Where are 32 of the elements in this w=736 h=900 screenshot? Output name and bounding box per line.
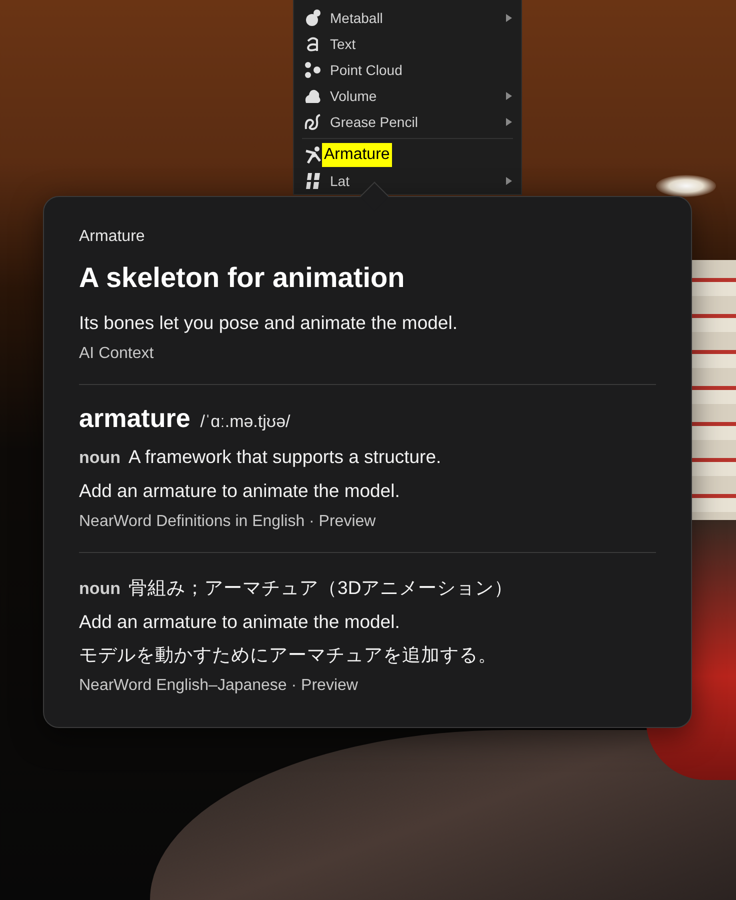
submenu-arrow-icon bbox=[505, 13, 513, 23]
menu-item[interactable]: Grease Pencil bbox=[304, 109, 513, 135]
submenu-arrow-icon bbox=[505, 117, 513, 127]
menu-item[interactable]: Lat bbox=[304, 168, 513, 194]
menu-item[interactable]: Metaball bbox=[304, 5, 513, 31]
menu-item[interactable]: Armature bbox=[304, 142, 513, 168]
figure-icon bbox=[304, 146, 322, 164]
example-sentence: Add an armature to animate the model. bbox=[79, 610, 401, 634]
source-label: AI Context bbox=[79, 344, 155, 364]
submenu-arrow-icon bbox=[505, 91, 513, 101]
part-of-speech: noun bbox=[79, 578, 121, 600]
popover-header: Armature bbox=[79, 228, 146, 246]
menu-item[interactable]: Text bbox=[304, 31, 513, 57]
menu-item[interactable]: Volume bbox=[304, 83, 513, 109]
example-sentence: Add an armature to animate the model. bbox=[79, 479, 401, 503]
blob-icon bbox=[304, 9, 322, 27]
menu-item[interactable]: Point Cloud bbox=[304, 57, 513, 83]
definition: 骨組み；アーマチュア（3Dアニメーション） bbox=[128, 576, 514, 600]
dots-icon bbox=[304, 61, 322, 79]
example-sentence: モデルを動かすためにアーマチュアを追加する。 bbox=[79, 643, 498, 667]
source-label: NearWord English–Japanese · Preview bbox=[79, 676, 359, 696]
grid-icon bbox=[304, 172, 322, 190]
part-of-speech: noun bbox=[79, 447, 121, 469]
definition: A framework that supports a structure. bbox=[128, 445, 442, 469]
squiggle-icon bbox=[304, 113, 322, 131]
source-label: NearWord Definitions in English · Preview bbox=[79, 512, 377, 532]
cloud-icon bbox=[304, 87, 322, 105]
summary-text: Its bones let you pose and animate the model. bbox=[79, 311, 458, 335]
summary-title: A skeleton for animation bbox=[79, 262, 406, 294]
submenu-arrow-icon bbox=[505, 176, 513, 186]
pronunciation: /ˈɑː.mə.tjʊə/ bbox=[200, 412, 290, 432]
headword: armature bbox=[79, 403, 190, 434]
